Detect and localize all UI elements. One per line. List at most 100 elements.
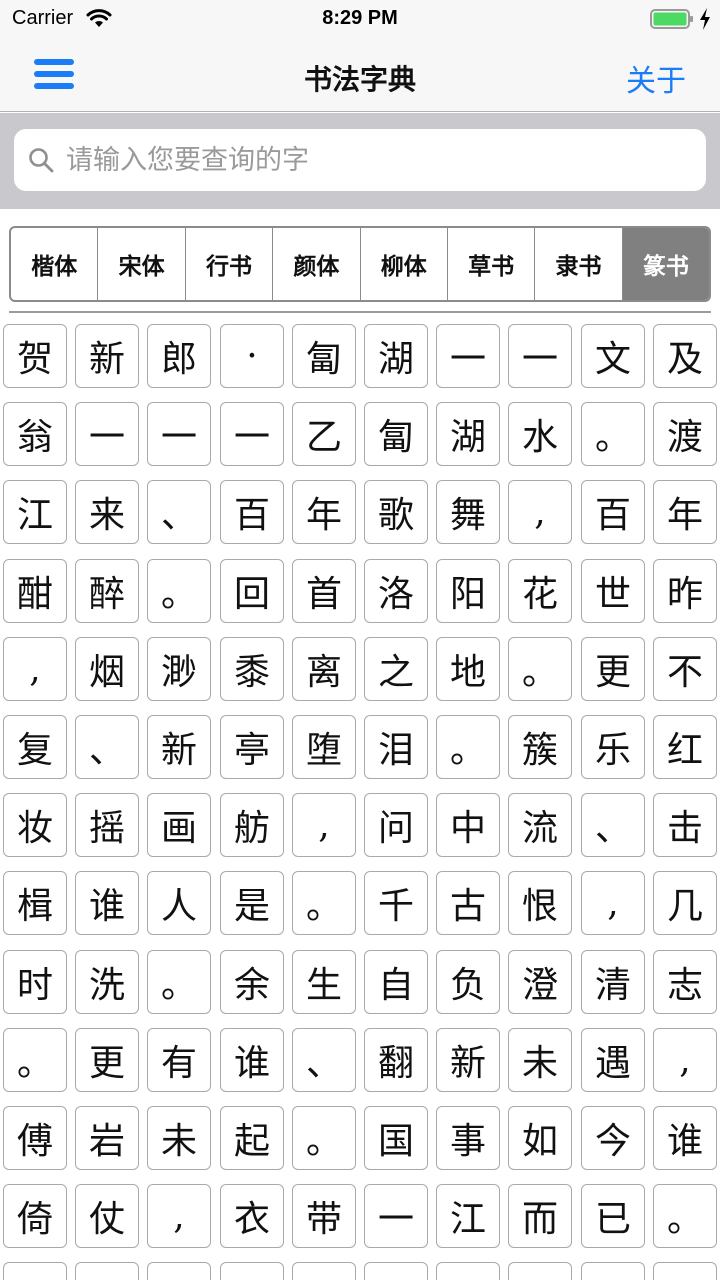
character-cell[interactable] [220,1262,284,1280]
character-cell[interactable]: 地 [436,637,500,701]
character-cell[interactable]: 红 [653,715,717,779]
character-cell[interactable]: 匐 [292,324,356,388]
character-cell[interactable]: 画 [147,793,211,857]
character-cell[interactable]: 、 [147,480,211,544]
character-cell[interactable]: 及 [653,324,717,388]
character-cell[interactable]: 。 [147,950,211,1014]
font-tab[interactable]: 楷体 [11,228,99,300]
font-tab[interactable]: 篆书 [622,228,709,300]
character-cell[interactable]: 谁 [75,871,139,935]
character-cell[interactable]: 乙 [292,402,356,466]
character-cell[interactable]: 今 [581,1106,645,1170]
character-cell[interactable]: 自 [364,950,428,1014]
character-cell[interactable]: 清 [581,950,645,1014]
character-cell[interactable]: 离 [292,637,356,701]
character-cell[interactable]: 千 [364,871,428,935]
character-cell[interactable]: 洛 [364,559,428,623]
character-cell[interactable]: 一 [508,324,572,388]
character-cell[interactable]: 一 [220,402,284,466]
character-cell[interactable]: 黍 [220,637,284,701]
character-cell[interactable]: 昨 [653,559,717,623]
character-cell[interactable]: 。 [147,559,211,623]
character-cell[interactable]: 遇 [581,1028,645,1092]
character-cell[interactable] [508,1262,572,1280]
character-cell[interactable]: , [147,1184,211,1248]
character-cell[interactable]: 余 [220,950,284,1014]
character-cell[interactable]: 问 [364,793,428,857]
character-cell[interactable]: 而 [508,1184,572,1248]
character-cell[interactable]: 一 [147,402,211,466]
character-cell[interactable]: 醉 [75,559,139,623]
character-cell[interactable]: 酣 [3,559,67,623]
character-cell[interactable]: 楫 [3,871,67,935]
character-cell[interactable]: 起 [220,1106,284,1170]
character-cell[interactable]: 江 [436,1184,500,1248]
font-tab[interactable]: 草书 [448,228,536,300]
character-cell[interactable]: 贺 [3,324,67,388]
character-cell[interactable]: 流 [508,793,572,857]
character-cell[interactable]: 烟 [75,637,139,701]
character-cell[interactable]: 傅 [3,1106,67,1170]
character-cell[interactable] [581,1262,645,1280]
character-cell[interactable]: 郎 [147,324,211,388]
font-tab[interactable]: 行书 [186,228,274,300]
character-cell[interactable]: 几 [653,871,717,935]
character-cell[interactable]: 来 [75,480,139,544]
character-cell[interactable]: 簇 [508,715,572,779]
character-cell[interactable]: 江 [3,480,67,544]
character-cell[interactable]: 一 [436,324,500,388]
character-cell[interactable]: 年 [653,480,717,544]
character-cell[interactable]: 志 [653,950,717,1014]
character-cell[interactable]: 更 [75,1028,139,1092]
character-cell[interactable]: 舫 [220,793,284,857]
character-cell[interactable]: 、 [75,715,139,779]
character-cell[interactable]: 水 [508,402,572,466]
hamburger-menu-icon[interactable] [34,58,74,90]
character-cell[interactable] [292,1262,356,1280]
character-cell[interactable]: 新 [147,715,211,779]
character-cell[interactable]: 百 [581,480,645,544]
character-cell[interactable]: 。 [508,637,572,701]
font-tab[interactable]: 宋体 [98,228,186,300]
character-cell[interactable]: 澄 [508,950,572,1014]
character-cell[interactable]: 古 [436,871,500,935]
character-cell[interactable]: 人 [147,871,211,935]
character-cell[interactable] [364,1262,428,1280]
character-cell[interactable]: 首 [292,559,356,623]
character-cell[interactable]: 花 [508,559,572,623]
character-cell[interactable]: 岩 [75,1106,139,1170]
character-cell[interactable]: 百 [220,480,284,544]
character-cell[interactable]: 文 [581,324,645,388]
font-tab[interactable]: 柳体 [361,228,448,300]
character-cell[interactable]: 国 [364,1106,428,1170]
character-cell[interactable]: 湖 [364,324,428,388]
search-input[interactable] [66,137,686,183]
character-cell[interactable]: 仗 [75,1184,139,1248]
character-cell[interactable] [147,1262,211,1280]
character-cell[interactable]: 回 [220,559,284,623]
character-cell[interactable]: 倚 [3,1184,67,1248]
character-cell[interactable]: 、 [292,1028,356,1092]
character-cell[interactable]: 。 [581,402,645,466]
character-cell[interactable] [436,1262,500,1280]
character-cell[interactable]: 。 [3,1028,67,1092]
character-cell[interactable]: · [220,324,284,388]
character-cell[interactable]: 复 [3,715,67,779]
character-cell[interactable]: 未 [147,1106,211,1170]
character-cell[interactable]: 一 [75,402,139,466]
character-cell[interactable]: 已 [581,1184,645,1248]
character-cell[interactable] [653,1262,717,1280]
character-cell[interactable]: 之 [364,637,428,701]
character-cell[interactable]: 歌 [364,480,428,544]
character-cell[interactable]: 中 [436,793,500,857]
character-cell[interactable]: 妆 [3,793,67,857]
character-cell[interactable]: 年 [292,480,356,544]
character-cell[interactable]: 湖 [436,402,500,466]
character-cell[interactable]: 衣 [220,1184,284,1248]
character-cell[interactable]: 带 [292,1184,356,1248]
character-cell[interactable]: 泪 [364,715,428,779]
character-cell[interactable]: 负 [436,950,500,1014]
character-cell[interactable]: 渺 [147,637,211,701]
font-tab[interactable]: 隶书 [535,228,623,300]
character-cell[interactable]: 不 [653,637,717,701]
